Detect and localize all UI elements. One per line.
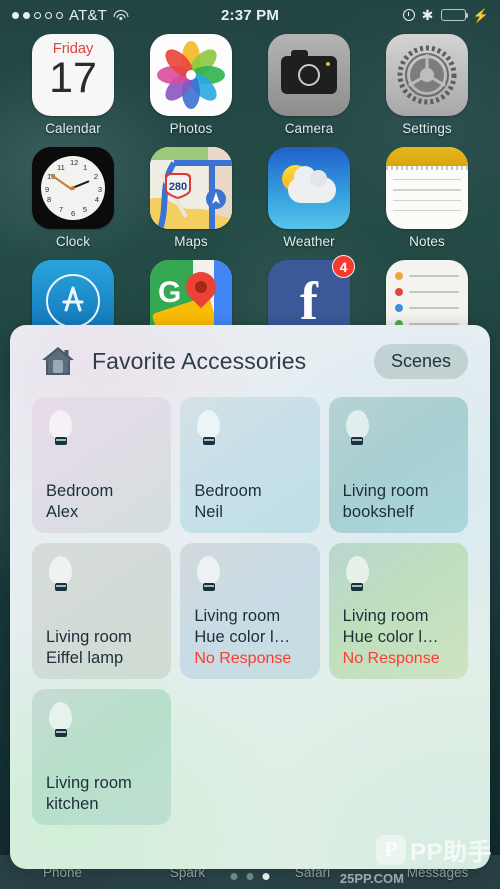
clock-icon: 12 3 6 9 11 1 2 4 5 7 8 10 bbox=[32, 147, 114, 229]
settings-gear-icon bbox=[386, 34, 468, 116]
app-settings[interactable]: Settings bbox=[368, 34, 486, 136]
accessory-device: Hue color l… bbox=[194, 628, 291, 646]
accessory-name: Living room Hue color l… bbox=[343, 606, 456, 648]
battery-icon bbox=[440, 9, 469, 21]
page-dot[interactable] bbox=[230, 873, 238, 880]
accessory-device: bookshelf bbox=[342, 503, 414, 521]
camera-icon bbox=[268, 34, 350, 116]
accessory-name: Living room Eiffel lamp bbox=[46, 627, 159, 669]
light-bulb-icon bbox=[46, 556, 76, 594]
widget-header: Favorite Accessories Scenes bbox=[10, 325, 490, 397]
light-bulb-icon bbox=[343, 410, 373, 448]
svg-text:280: 280 bbox=[169, 181, 187, 193]
app-label: Settings bbox=[402, 121, 452, 136]
accessory-tile-grid: Bedroom Alex Bedroom Neil Living room bookshe… bbox=[10, 397, 490, 825]
light-bulb-icon bbox=[343, 556, 373, 594]
weather-icon bbox=[268, 147, 350, 229]
accessory-device: Alex bbox=[46, 503, 79, 521]
accessory-room: Living room bbox=[342, 607, 429, 625]
light-bulb-icon bbox=[46, 702, 76, 740]
calendar-icon: Friday 17 bbox=[32, 34, 114, 116]
light-bulb-icon bbox=[194, 410, 224, 448]
notification-badge: 4 bbox=[332, 255, 355, 278]
accessory-name: Bedroom Alex bbox=[46, 481, 159, 523]
accessory-status: No Response bbox=[342, 650, 440, 667]
app-label: Camera bbox=[284, 121, 334, 136]
accessory-name: Living room bookshelf bbox=[343, 481, 456, 523]
accessory-tile[interactable]: Living room Hue color l… No Response bbox=[180, 543, 320, 679]
accessory-room: Living room bbox=[194, 607, 281, 625]
app-label: Notes bbox=[409, 234, 445, 249]
app-calendar[interactable]: Friday 17 Calendar bbox=[14, 34, 132, 136]
status-bar-clock: 2:37 PM bbox=[220, 6, 280, 24]
app-label: Clock bbox=[55, 234, 91, 249]
page-dot[interactable] bbox=[246, 873, 254, 880]
light-bulb-icon bbox=[194, 556, 224, 594]
app-clock[interactable]: 12 3 6 9 11 1 2 4 5 7 8 10 Clock bbox=[14, 147, 132, 249]
accessory-device: kitchen bbox=[46, 795, 99, 813]
app-photos[interactable]: Photos bbox=[132, 34, 250, 136]
home-house-icon bbox=[40, 345, 76, 377]
accessory-device: Eiffel lamp bbox=[46, 649, 124, 667]
accessory-tile[interactable]: Bedroom Alex bbox=[32, 397, 172, 533]
app-label: Weather bbox=[283, 234, 335, 249]
app-notes[interactable]: Notes bbox=[368, 147, 486, 249]
accessory-room: Bedroom bbox=[194, 482, 262, 500]
accessory-tile[interactable]: Living room kitchen bbox=[32, 689, 172, 825]
home-screen-grid: Friday 17 Calendar Photos Camera Setting… bbox=[0, 34, 500, 347]
calendar-date: 17 bbox=[49, 54, 97, 102]
notes-icon bbox=[386, 147, 468, 229]
homekit-favorite-accessories-widget: Favorite Accessories Scenes Bedroom Alex B… bbox=[10, 325, 490, 869]
accessory-device: Neil bbox=[194, 503, 223, 521]
google-g-glyph: G bbox=[158, 276, 182, 309]
accessory-device: Hue color l… bbox=[342, 628, 439, 646]
accessory-room: Living room bbox=[342, 482, 429, 500]
accessory-tile[interactable]: Bedroom Neil bbox=[180, 397, 320, 533]
maps-icon: 280 bbox=[150, 147, 232, 229]
app-label: Photos bbox=[169, 121, 213, 136]
accessory-name: Living room Hue color l… bbox=[194, 606, 307, 648]
page-indicator-dots[interactable] bbox=[230, 873, 270, 880]
status-bar: AT&T 2:37 PM ✱ ⚡ bbox=[0, 0, 500, 30]
widget-title: Favorite Accessories bbox=[92, 347, 307, 374]
accessory-tile[interactable]: Living room Hue color l… No Response bbox=[328, 543, 468, 679]
app-maps[interactable]: 280 Maps bbox=[132, 147, 250, 249]
accessory-status: No Response bbox=[194, 650, 292, 667]
app-label: Maps bbox=[174, 234, 208, 249]
page-dot[interactable] bbox=[262, 873, 270, 880]
accessory-tile[interactable]: Living room Eiffel lamp bbox=[32, 543, 172, 679]
accessory-room: Bedroom bbox=[46, 482, 114, 500]
photos-icon bbox=[150, 34, 232, 116]
light-bulb-icon bbox=[46, 410, 76, 448]
app-weather[interactable]: Weather bbox=[250, 147, 368, 249]
accessory-room: Living room bbox=[46, 774, 132, 792]
accessory-room: Living room bbox=[46, 628, 132, 646]
accessory-tile[interactable]: Living room bookshelf bbox=[328, 397, 468, 533]
app-camera[interactable]: Camera bbox=[250, 34, 368, 136]
scenes-button[interactable]: Scenes bbox=[373, 343, 468, 379]
accessory-name: Living room kitchen bbox=[46, 773, 159, 815]
alarm-clock-icon bbox=[402, 9, 415, 21]
accessory-name: Bedroom Neil bbox=[194, 481, 307, 523]
app-label: Calendar bbox=[45, 121, 101, 136]
